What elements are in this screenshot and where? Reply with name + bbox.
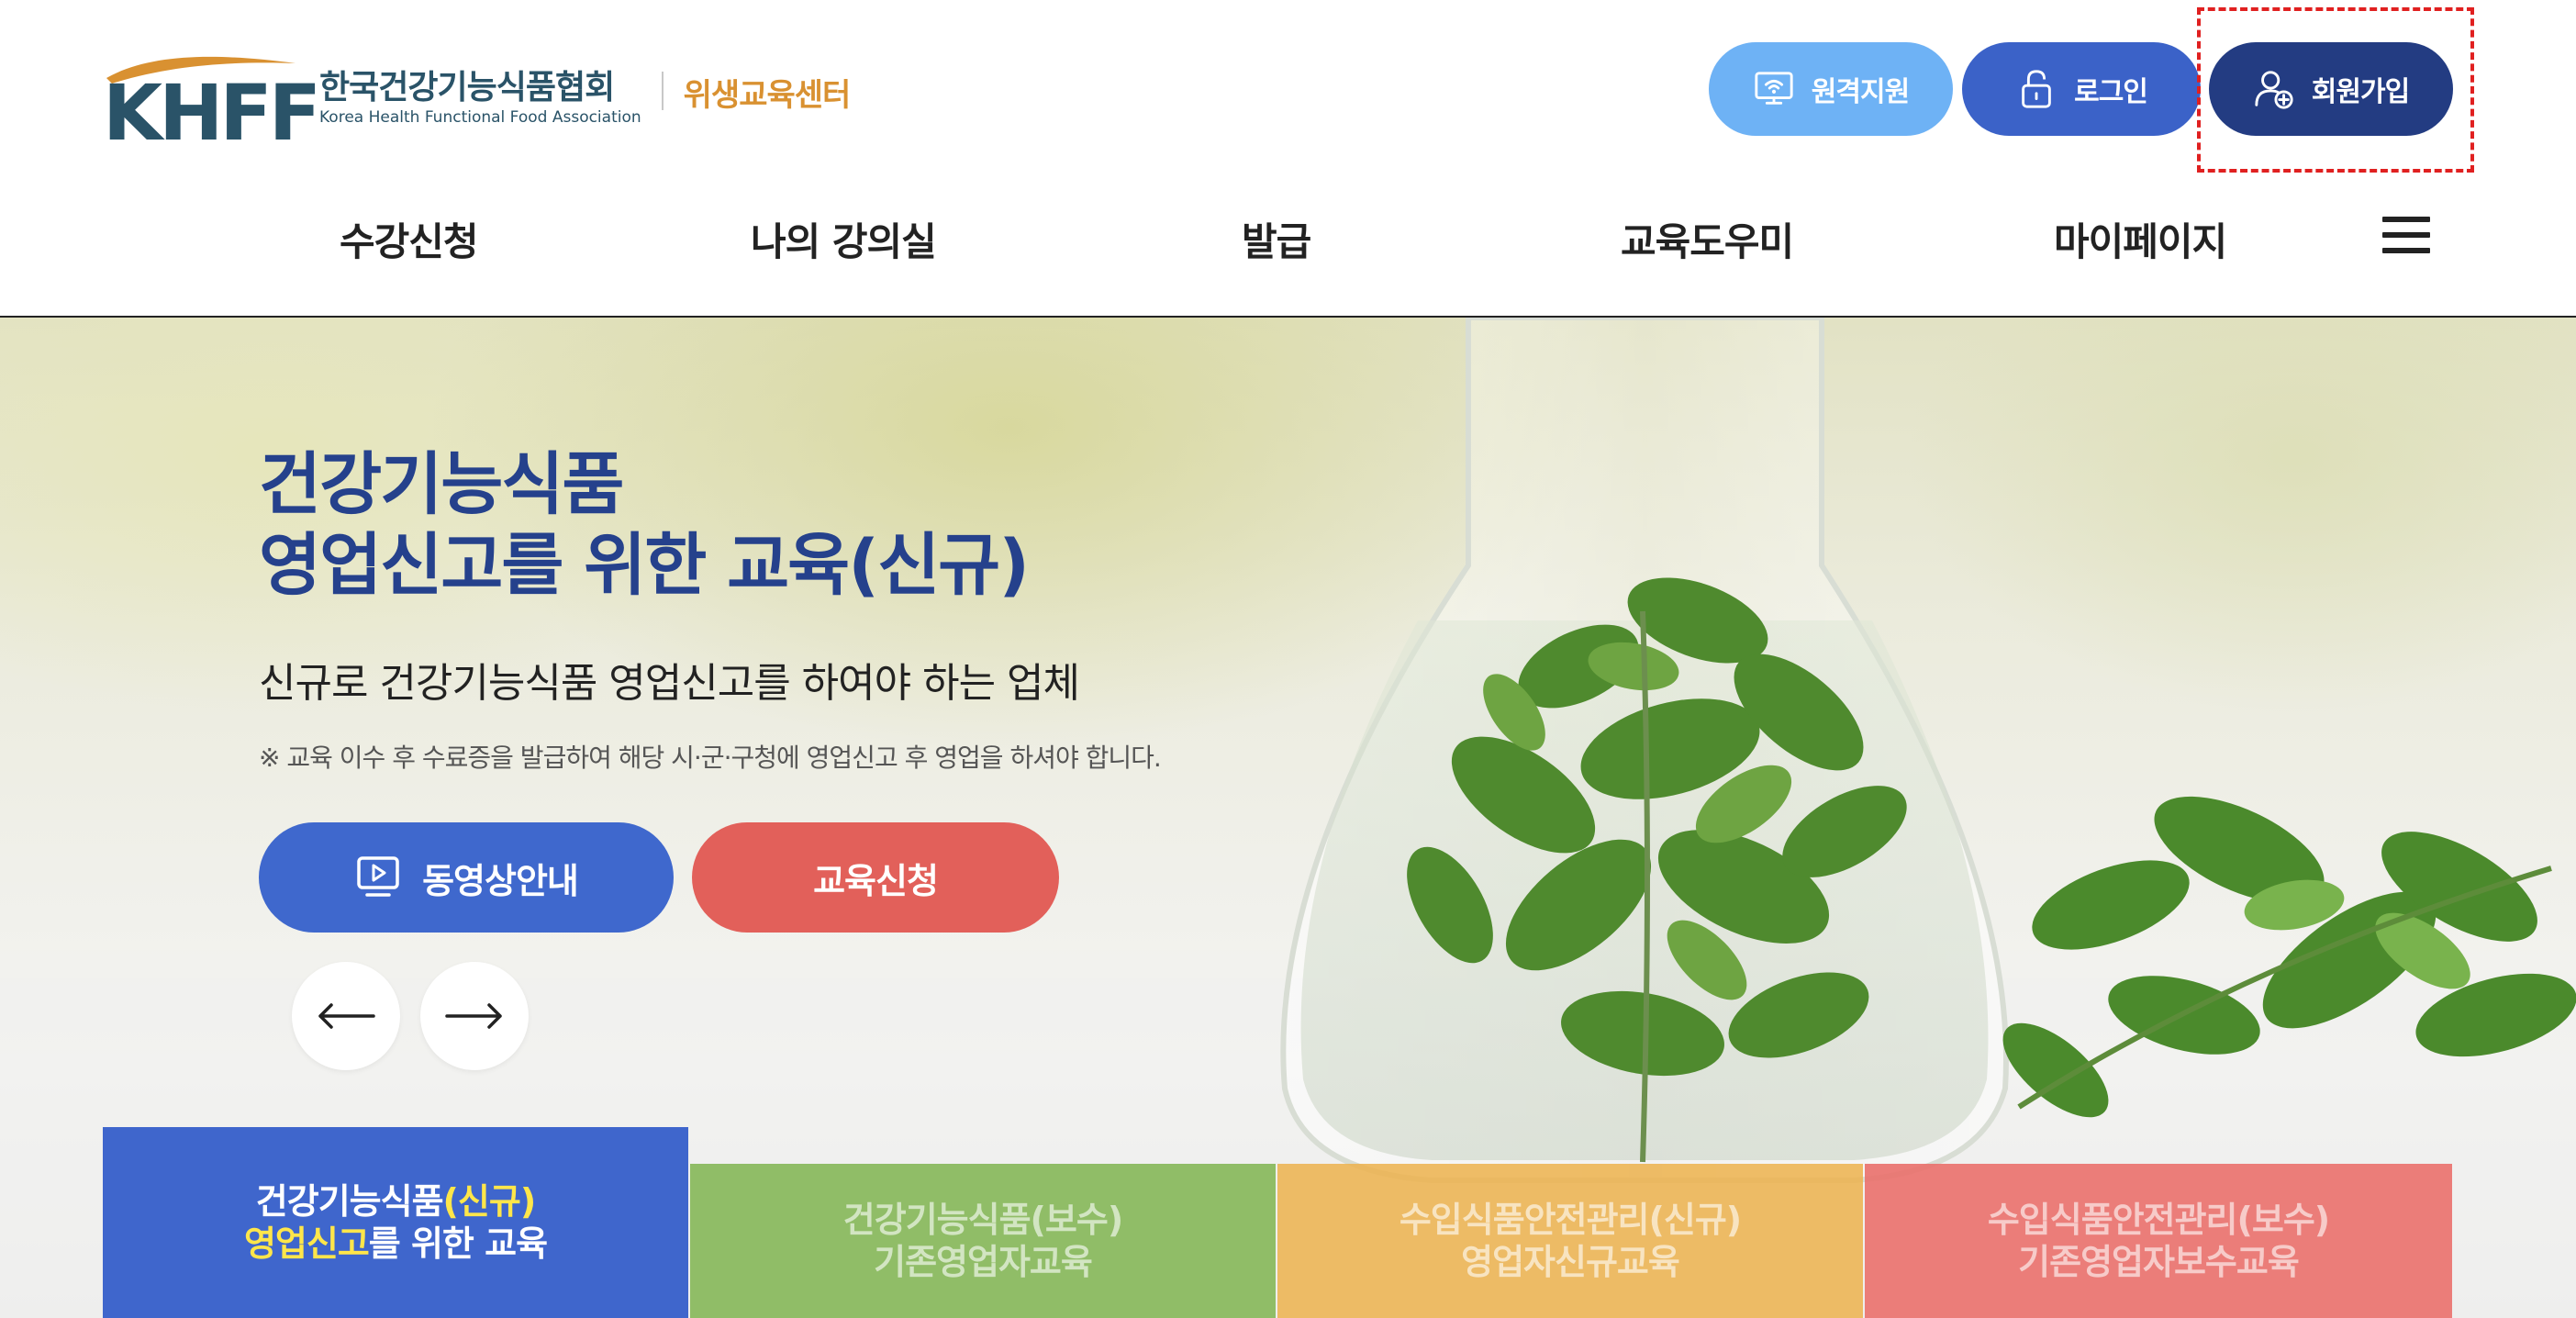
tab-2-line2: 기존영업자교육: [874, 1242, 1093, 1282]
arrow-left-icon: [318, 1003, 375, 1029]
login-button[interactable]: 로그인: [1962, 42, 2201, 136]
tab-import-food-refresher[interactable]: 수입식품안전관리(보수) 기존영업자보수교육: [1865, 1164, 2452, 1318]
tab-1-line1: 건강기능식품(신규): [255, 1180, 537, 1223]
signup-label: 회원가입: [2311, 76, 2410, 108]
tab-import-food-new[interactable]: 수입식품안전관리(신규) 영업자신규교육: [1277, 1164, 1863, 1318]
tab-3-line2: 영업자신규교육: [1461, 1242, 1680, 1282]
slide-next-button[interactable]: [420, 962, 529, 1070]
tab-1-line1-a: 건강기능식품: [255, 1181, 444, 1222]
arrow-right-icon: [445, 1003, 502, 1029]
tab-3-line1: 수입식품안전관리(신규): [1399, 1200, 1742, 1240]
video-guide-button[interactable]: 동영상안내: [259, 822, 674, 933]
remote-support-label: 원격지원: [1811, 76, 1910, 108]
logo-name-en: Korea Health Functional Food Association: [319, 107, 641, 127]
apply-education-label: 교육신청: [813, 860, 939, 901]
logo-text: 한국건강기능식품협회 Korea Health Functional Food …: [319, 69, 641, 127]
nav-item-my-classroom[interactable]: 나의 강의실: [751, 211, 937, 267]
tab-health-food-new[interactable]: 건강기능식품(신규) 영업신고를 위한 교육: [103, 1127, 688, 1318]
tab-1-line2-b: 를 위한 교육: [368, 1223, 548, 1264]
hero-subtitle: 신규로 건강기능식품 영업신고를 하여야 하는 업체: [259, 660, 1080, 707]
nav-item-issue[interactable]: 발급: [1242, 211, 1311, 267]
tab-4-line2: 기존영업자보수교육: [2018, 1242, 2300, 1282]
nav-item-course-apply[interactable]: 수강신청: [340, 211, 479, 267]
khff-logo-mark: KHFF: [103, 50, 321, 151]
tab-1-line2-highlight: 영업신고: [243, 1223, 370, 1264]
logo-mark-text: KHFF: [103, 68, 321, 158]
monitor-wifi-icon: [1755, 72, 1793, 105]
nav-item-help[interactable]: 교육도우미: [1621, 211, 1794, 267]
slide-prev-button[interactable]: [292, 962, 400, 1070]
tab-1-line1-highlight: (신규): [442, 1181, 537, 1222]
tab-1-line2: 영업신고를 위한 교육: [243, 1223, 548, 1265]
tab-2-line1: 건강기능식품(보수): [842, 1200, 1123, 1240]
nav-item-mypage[interactable]: 마이페이지: [2054, 211, 2227, 267]
login-label: 로그인: [2074, 76, 2148, 108]
site-header: KHFF 한국건강기능식품협회 Korea Health Functional …: [0, 0, 2576, 318]
video-play-icon: [357, 856, 399, 897]
hero-title-line2: 영업신고를 위한 교육(신규): [259, 526, 1030, 605]
main-nav: 수강신청 나의 강의실 발급 교육도우미 마이페이지: [0, 211, 2576, 275]
video-guide-label: 동영상안내: [422, 860, 579, 901]
signup-button[interactable]: 회원가입: [2209, 42, 2453, 136]
site-logo[interactable]: KHFF 한국건강기능식품협회 Korea Health Functional …: [103, 48, 852, 151]
logo-center-name: 위생교육센터: [683, 76, 852, 114]
lock-icon: [2022, 70, 2051, 108]
apply-education-button[interactable]: 교육신청: [692, 822, 1059, 933]
logo-divider: [661, 72, 664, 110]
hero-note: ※ 교육 이수 후 수료증을 발급하여 해당 시·군·구청에 영업신고 후 영업…: [259, 743, 1162, 773]
remote-support-button[interactable]: 원격지원: [1709, 42, 1953, 136]
logo-name-kr: 한국건강기능식품협회: [319, 69, 615, 107]
tab-health-food-refresher[interactable]: 건강기능식품(보수) 기존영업자교육: [690, 1164, 1276, 1318]
hamburger-menu-icon[interactable]: [2382, 217, 2430, 253]
hero-title: 건강기능식품 영업신고를 위한 교육(신규): [259, 444, 1030, 606]
tab-4-line1: 수입식품안전관리(보수): [1987, 1200, 2330, 1240]
user-add-icon: [2255, 71, 2293, 109]
hero-title-line1: 건강기능식품: [259, 445, 624, 524]
